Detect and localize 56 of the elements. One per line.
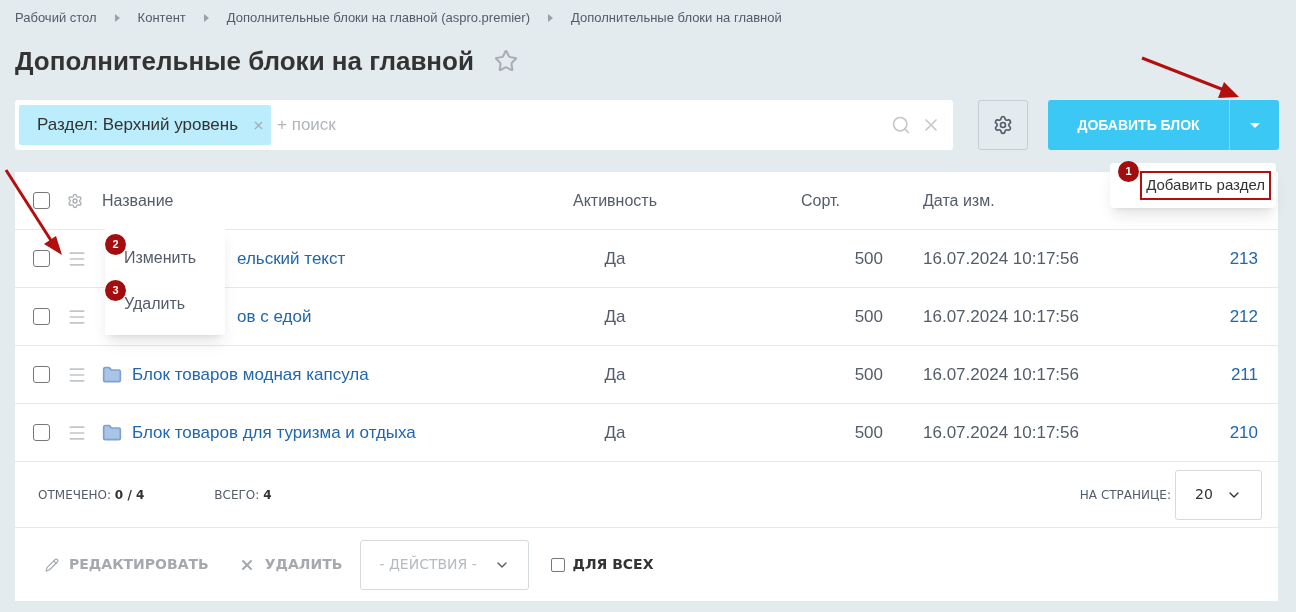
gear-icon (993, 115, 1013, 135)
row-checkbox[interactable] (33, 366, 50, 383)
row-checkbox[interactable] (33, 424, 50, 441)
id-link[interactable]: 210 (1229, 419, 1278, 446)
id-link[interactable]: 212 (1229, 303, 1278, 330)
menu-item[interactable]: Изменить (124, 249, 197, 266)
filter-field[interactable]: Раздел: Верхний уровень + поиск (15, 100, 953, 150)
table-cell-text: Да (604, 363, 626, 386)
breadcrumb-link[interactable]: Дополнительные блоки на главной (571, 8, 782, 28)
breadcrumb-link[interactable]: Контент (137, 8, 186, 28)
row-name-link[interactable]: Блок товаров модная капсула (132, 361, 369, 388)
table-cell-text: 500 (854, 305, 884, 328)
row-name-link[interactable]: Блок товаров для туризма и отдыха (132, 419, 416, 446)
column-header[interactable]: Активность (573, 188, 657, 213)
id-link[interactable]: 211 (1230, 361, 1278, 388)
select-all-checkbox[interactable] (33, 192, 50, 209)
table-cell-text: 16.07.2024 10:17:56 (922, 363, 1080, 386)
pencil-icon (45, 557, 59, 572)
column-header[interactable]: Сорт. (801, 188, 885, 213)
settings-icon[interactable] (67, 192, 83, 209)
breadcrumb-link[interactable]: Рабочий стол (15, 8, 97, 28)
table-cell-text: Да (604, 305, 626, 328)
separator-icon (548, 14, 553, 22)
row-name-link[interactable]: ов с едой (237, 303, 312, 330)
row-name-link[interactable]: ельский текст (237, 245, 346, 272)
step-number: 2 (105, 234, 126, 255)
breadcrumb-link[interactable]: Дополнительные блоки на главной (aspro.premier) (226, 8, 530, 28)
table-cell-text: 500 (854, 247, 884, 270)
separator-icon (203, 14, 209, 22)
filter-tag-label: Раздел: Верхний уровень (37, 114, 239, 137)
table-cell-text: 16.07.2024 10:17:56 (922, 247, 1080, 270)
table-cell-text: 500 (854, 363, 884, 386)
menu-item[interactable]: Удалить (124, 295, 186, 312)
search-input[interactable]: + поиск (277, 112, 891, 138)
total-count: ВСЕГО: 4 (214, 486, 272, 504)
step-number: 1 (1118, 161, 1139, 182)
settings-button[interactable] (978, 100, 1028, 150)
star-icon[interactable] (493, 49, 518, 73)
row-checkbox[interactable] (33, 250, 50, 267)
table-cell-text: 16.07.2024 10:17:56 (922, 421, 1080, 444)
row-checkbox[interactable] (33, 308, 50, 325)
separator-icon (114, 14, 120, 22)
table-cell-text: Да (604, 247, 626, 270)
table-cell-text: 16.07.2024 10:17:56 (922, 305, 1080, 328)
per-page-label: НА СТРАНИЦЕ: (1079, 486, 1171, 504)
for-all-label: ДЛЯ ВСЕХ (572, 555, 654, 574)
page-title: Дополнительные блоки на главной (15, 44, 474, 78)
menu-item[interactable]: Добавить раздел (1140, 171, 1271, 200)
id-link[interactable]: 213 (1229, 245, 1278, 272)
for-all-checkbox[interactable] (551, 557, 566, 572)
search-icon[interactable] (891, 115, 911, 135)
column-header[interactable]: Название (102, 188, 540, 213)
selected-count: ОТМЕЧЕНО: 0 / 4 (38, 486, 145, 504)
table-cell-text: 500 (854, 421, 884, 444)
table-cell-text: Да (604, 421, 626, 444)
per-page-select[interactable]: 20 (1175, 469, 1262, 520)
